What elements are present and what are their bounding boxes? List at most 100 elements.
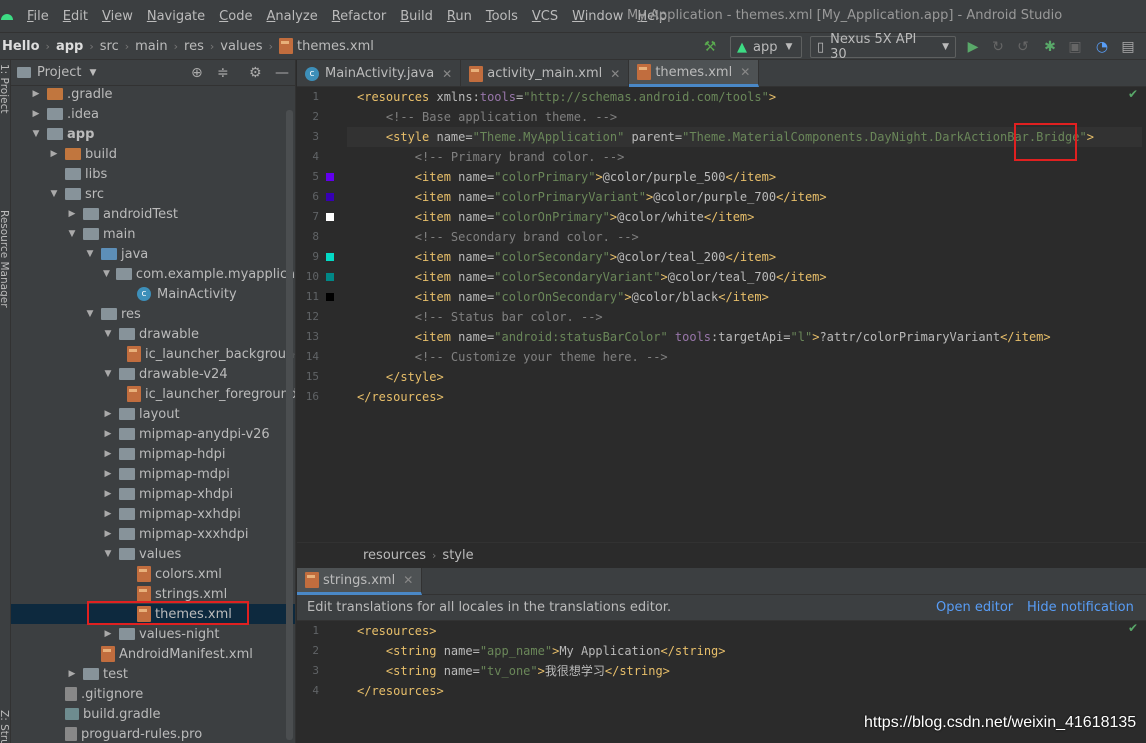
collapsed-arrow-icon[interactable]: ▶: [103, 509, 113, 519]
hide-panel-icon[interactable]: —: [275, 65, 289, 81]
expanded-arrow-icon[interactable]: ▼: [31, 129, 41, 139]
editor-breadcrumb-item[interactable]: style: [442, 548, 473, 563]
tab-themes-xml[interactable]: themes.xml ✕: [629, 60, 760, 87]
tree-item[interactable]: ▼ com.example.myapplication: [11, 264, 295, 284]
apply-code-changes-icon[interactable]: ↺: [1015, 39, 1031, 55]
gear-icon[interactable]: ⚙: [249, 65, 262, 81]
tree-item[interactable]: AndroidManifest.xml: [11, 644, 295, 664]
tree-item[interactable]: c MainActivity: [11, 284, 295, 304]
menu-run[interactable]: Run: [444, 9, 475, 24]
tree-item[interactable]: strings.xml: [11, 584, 295, 604]
avd-manager-icon[interactable]: ▤: [1120, 39, 1136, 55]
menu-view[interactable]: View: [99, 9, 136, 24]
collapsed-arrow-icon[interactable]: ▶: [103, 449, 113, 459]
tree-item[interactable]: ▼ app: [11, 124, 295, 144]
tree-item[interactable]: ▶ mipmap-xxxhdpi: [11, 524, 295, 544]
tree-item[interactable]: ▶ androidTest: [11, 204, 295, 224]
menu-build[interactable]: Build: [397, 9, 436, 24]
collapsed-arrow-icon[interactable]: ▶: [103, 469, 113, 479]
collapsed-arrow-icon[interactable]: ▶: [103, 409, 113, 419]
menu-vcs[interactable]: VCS: [529, 9, 561, 24]
debug-icon[interactable]: ✱: [1042, 39, 1058, 55]
project-view-select[interactable]: Project: [37, 65, 81, 80]
expanded-arrow-icon[interactable]: ▼: [67, 229, 77, 239]
attach-debugger-icon[interactable]: ▣: [1067, 39, 1083, 55]
run-config-select[interactable]: ▲ app ▼: [730, 36, 802, 58]
tree-item[interactable]: colors.xml: [11, 564, 295, 584]
close-icon[interactable]: ✕: [610, 67, 620, 81]
close-icon[interactable]: ✕: [403, 573, 413, 587]
profile-icon[interactable]: ◔: [1094, 39, 1110, 55]
editor-breadcrumb-item[interactable]: resources: [363, 548, 426, 563]
expanded-arrow-icon[interactable]: ▼: [103, 549, 113, 559]
menu-navigate[interactable]: Navigate: [144, 9, 208, 24]
tree-item[interactable]: libs: [11, 164, 295, 184]
run-icon[interactable]: ▶: [965, 39, 981, 55]
color-swatch-icon[interactable]: [326, 293, 334, 301]
breadcrumb-item[interactable]: res: [184, 39, 204, 54]
tree-item[interactable]: .gitignore: [11, 684, 295, 704]
resource-manager-tool-button[interactable]: Resource Manager: [0, 210, 10, 308]
tree-item[interactable]: ▶ layout: [11, 404, 295, 424]
collapsed-arrow-icon[interactable]: ▶: [31, 89, 41, 99]
close-icon[interactable]: ✕: [740, 65, 750, 79]
collapsed-arrow-icon[interactable]: ▶: [49, 149, 59, 159]
themes-xml-editor[interactable]: 1 <resources xmlns:tools="http://schemas.…: [297, 87, 1146, 542]
tree-item[interactable]: ▶ mipmap-xxhdpi: [11, 504, 295, 524]
menu-window[interactable]: Window: [569, 9, 626, 24]
expanded-arrow-icon[interactable]: ▼: [103, 269, 110, 279]
structure-tool-button[interactable]: Z: Structure: [0, 710, 10, 743]
menu-edit[interactable]: Edit: [60, 9, 91, 24]
expanded-arrow-icon[interactable]: ▼: [85, 309, 95, 319]
menu-file[interactable]: File: [24, 9, 52, 24]
breadcrumb-item[interactable]: values: [220, 39, 262, 54]
tree-item[interactable]: ▼ drawable: [11, 324, 295, 344]
tab-activity-main-xml[interactable]: activity_main.xml ✕: [461, 60, 630, 87]
tree-item[interactable]: ▼ values: [11, 544, 295, 564]
locate-target-icon[interactable]: ⊕: [191, 65, 203, 81]
color-swatch-icon[interactable]: [326, 213, 334, 221]
tree-item[interactable]: ▼ drawable-v24: [11, 364, 295, 384]
tree-item[interactable]: ▶ .gradle: [11, 84, 295, 104]
collapsed-arrow-icon[interactable]: ▶: [103, 629, 113, 639]
tree-item[interactable]: ▼ java: [11, 244, 295, 264]
open-editor-link[interactable]: Open editor: [936, 600, 1013, 615]
hide-notification-link[interactable]: Hide notification: [1027, 600, 1134, 615]
breadcrumb-item[interactable]: src: [100, 39, 119, 54]
menu-refactor[interactable]: Refactor: [329, 9, 390, 24]
tree-item[interactable]: build.gradle: [11, 704, 295, 724]
tree-item[interactable]: themes.xml: [11, 604, 295, 624]
device-select[interactable]: ▯ Nexus 5X API 30 ▼: [810, 32, 956, 62]
expanded-arrow-icon[interactable]: ▼: [85, 249, 95, 259]
project-tool-button[interactable]: 1: Project: [0, 64, 10, 113]
tree-item[interactable]: proguard-rules.pro: [11, 724, 295, 743]
tree-item[interactable]: ▶ mipmap-xhdpi: [11, 484, 295, 504]
close-icon[interactable]: ✕: [442, 67, 452, 81]
menu-tools[interactable]: Tools: [483, 9, 521, 24]
color-swatch-icon[interactable]: [326, 273, 334, 281]
chevron-down-icon[interactable]: ▼: [89, 68, 96, 78]
collapse-all-icon[interactable]: ≑: [217, 65, 229, 81]
tab-strings-xml[interactable]: strings.xml ✕: [297, 568, 423, 595]
collapsed-arrow-icon[interactable]: ▶: [103, 489, 113, 499]
tree-item[interactable]: ▶ mipmap-mdpi: [11, 464, 295, 484]
tree-item[interactable]: ▼ src: [11, 184, 295, 204]
project-scrollbar[interactable]: [286, 110, 293, 740]
breadcrumb-item[interactable]: app: [56, 39, 83, 54]
breadcrumb-item[interactable]: Hello: [2, 39, 40, 54]
tree-item[interactable]: ▶ test: [11, 664, 295, 684]
collapsed-arrow-icon[interactable]: ▶: [31, 109, 41, 119]
tree-item[interactable]: ▶ mipmap-hdpi: [11, 444, 295, 464]
apply-changes-icon[interactable]: ↻: [990, 39, 1006, 55]
breadcrumb-item[interactable]: main: [135, 39, 167, 54]
collapsed-arrow-icon[interactable]: ▶: [103, 529, 113, 539]
color-swatch-icon[interactable]: [326, 193, 334, 201]
tree-item[interactable]: ▼ main: [11, 224, 295, 244]
menu-analyze[interactable]: Analyze: [263, 9, 320, 24]
tree-item[interactable]: ▼ res: [11, 304, 295, 324]
build-hammer-icon[interactable]: ⚒: [702, 39, 718, 55]
menu-code[interactable]: Code: [216, 9, 255, 24]
tree-item[interactable]: ▶ values-night: [11, 624, 295, 644]
tree-item[interactable]: ▶ build: [11, 144, 295, 164]
tree-item[interactable]: ▶ .idea: [11, 104, 295, 124]
